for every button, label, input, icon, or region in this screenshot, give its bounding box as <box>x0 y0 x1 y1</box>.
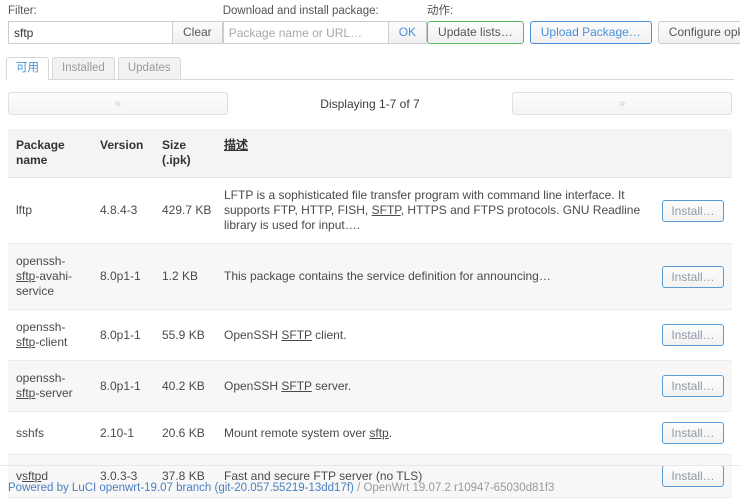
cell-package-name: openssh-sftp-server <box>8 360 94 412</box>
tab-1[interactable]: 可用 <box>6 57 49 80</box>
search-highlight: SFTP <box>371 203 401 217</box>
cell-description: OpenSSH SFTP client. <box>218 309 654 361</box>
cell-description: LFTP is a sophisticated file transfer pr… <box>218 177 654 244</box>
cell-description: Mount remote system over sftp. <box>218 411 654 455</box>
pagination-status: Displaying 1-7 of 7 <box>320 96 420 111</box>
footer: Powered by LuCI openwrt-19.07 branch (gi… <box>0 465 740 504</box>
text-fragment: server. <box>311 378 352 393</box>
cell-description: OpenSSH SFTP server. <box>218 360 654 412</box>
cell-package-name: sshfs <box>8 411 94 455</box>
search-highlight: sftp <box>16 335 36 349</box>
toolbar: Filter: Clear Download and install packa… <box>0 0 740 44</box>
cell-size: 429.7 KB <box>156 177 218 244</box>
cell-size: 1.2 KB <box>156 243 218 310</box>
text-fragment: openssh- <box>16 320 66 334</box>
column-header-package-name[interactable]: Package name <box>8 129 94 178</box>
table-row: sshfs 2.10-1 20.6 KB Mount remote system ov… <box>8 411 732 455</box>
luci-version-link[interactable]: Powered by LuCI openwrt-19.07 branch (gi… <box>8 482 354 494</box>
package-table: Package name Version Size (.ipk) 描述 lftp… <box>8 129 732 504</box>
openwrt-version-text: OpenWrt 19.07.2 r10947-65030d81f3 <box>363 482 555 494</box>
prev-page-button[interactable]: « <box>8 92 228 115</box>
cell-package-name: openssh-sftp-client <box>8 309 94 361</box>
tab-bar: 可用 Installed Updates <box>6 57 734 80</box>
download-group: Download and install package: OK <box>222 4 428 44</box>
tab-2[interactable]: Installed <box>52 57 115 79</box>
text-fragment: . <box>388 425 393 440</box>
cell-action: Install… <box>654 411 732 455</box>
cell-version: 8.0p1-1 <box>94 360 156 412</box>
column-header-description[interactable]: 描述 <box>218 129 654 178</box>
text-fragment: This package contains the service defini… <box>224 269 551 283</box>
configure-opkg-button[interactable]: Configure opkg… <box>657 21 740 44</box>
cell-package-name: lftp <box>8 177 94 244</box>
software-page: Filter: Clear Download and install packa… <box>0 0 740 504</box>
actions-label: 动作: <box>427 5 454 17</box>
cell-action: Install… <box>654 243 732 310</box>
table-row: openssh-sftp-avahi-service 8.0p1-1 1.2 KB T… <box>8 243 732 310</box>
text-fragment: openssh- <box>16 254 66 268</box>
table-header-row: Package name Version Size (.ipk) 描述 <box>8 129 732 178</box>
filter-input[interactable] <box>8 21 172 44</box>
text-fragment: sshfs <box>16 425 45 440</box>
actions-group: 动作: Update lists… Upload Package… Config… <box>427 4 740 44</box>
cell-size: 40.2 KB <box>156 360 218 412</box>
clear-button[interactable]: Clear <box>172 21 223 44</box>
tab-3[interactable]: Updates <box>117 57 181 79</box>
install-button[interactable]: Install… <box>662 199 724 222</box>
install-button[interactable]: Install… <box>662 265 724 288</box>
cell-package-name: openssh-sftp-avahi-service <box>8 243 94 310</box>
filter-group: Filter: Clear <box>8 4 223 44</box>
cell-version: 8.0p1-1 <box>94 243 156 310</box>
table-row: lftp 4.8.4-3 429.7 KB LFTP is a sophisticat… <box>8 177 732 244</box>
cell-description: This package contains the service defini… <box>218 243 654 310</box>
package-url-input[interactable] <box>222 21 388 44</box>
search-highlight: SFTP <box>281 378 312 393</box>
cell-action: Install… <box>654 309 732 361</box>
install-button[interactable]: Install… <box>662 324 724 346</box>
search-highlight: sftp <box>369 425 389 440</box>
pagination: « Displaying 1-7 of 7 » <box>8 92 732 115</box>
update-lists-button[interactable]: Update lists… <box>427 21 524 44</box>
text-fragment: openssh- <box>16 371 66 385</box>
table-row: openssh-sftp-server 8.0p1-1 40.2 KB OpenSSH… <box>8 360 732 412</box>
next-page-button[interactable]: » <box>512 92 732 115</box>
search-highlight: SFTP <box>281 327 312 342</box>
filter-label: Filter: <box>8 5 37 17</box>
text-fragment: -server <box>35 386 73 400</box>
install-button[interactable]: Install… <box>662 422 724 444</box>
cell-version: 8.0p1-1 <box>94 309 156 361</box>
column-header-action <box>654 129 732 178</box>
cell-action: Install… <box>654 177 732 244</box>
cell-action: Install… <box>654 360 732 412</box>
text-fragment: OpenSSH <box>224 327 282 342</box>
cell-size: 20.6 KB <box>156 411 218 455</box>
ok-button[interactable]: OK <box>387 21 428 44</box>
install-button[interactable]: Install… <box>662 375 724 397</box>
cell-version: 4.8.4-3 <box>94 177 156 244</box>
table-body: lftp 4.8.4-3 429.7 KB LFTP is a sophisticat… <box>8 177 732 504</box>
column-header-size[interactable]: Size (.ipk) <box>156 129 218 178</box>
text-fragment: client. <box>311 327 347 342</box>
search-highlight: sftp <box>16 386 36 400</box>
upload-package-button[interactable]: Upload Package… <box>529 21 652 44</box>
text-fragment: -client <box>35 335 68 349</box>
text-fragment: Mount remote system over <box>224 425 370 440</box>
cell-version: 2.10-1 <box>94 411 156 455</box>
search-highlight: sftp <box>16 269 36 283</box>
column-header-version[interactable]: Version <box>94 129 156 178</box>
text-fragment: lftp <box>16 203 33 217</box>
table-row: openssh-sftp-client 8.0p1-1 55.9 KB OpenSSH… <box>8 309 732 361</box>
text-fragment: OpenSSH <box>224 378 282 393</box>
download-label: Download and install package: <box>222 5 379 17</box>
cell-size: 55.9 KB <box>156 309 218 361</box>
table-head: Package name Version Size (.ipk) 描述 <box>8 129 732 178</box>
